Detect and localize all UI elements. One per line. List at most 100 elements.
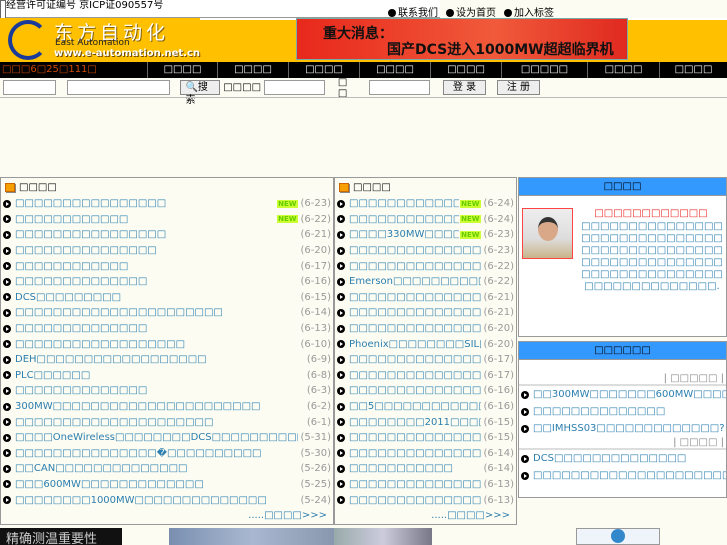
qa-item[interactable]: □□300MW□□□□□□□600MW□□□□□□#1□□□□□□□□□□□□□… — [519, 386, 726, 403]
nav-item[interactable]: □□□□ — [587, 62, 659, 78]
news-title[interactable]: □□□□OneWireless□□□□□□□□DCS□□□□□□□□□□□□□□… — [15, 432, 298, 443]
news-title[interactable]: □□□□□□□□□□□□□□□□□□□□□□□□□□□ — [349, 448, 481, 459]
news-title[interactable]: □□□□□□□□□□□□□□□□□□□□□□□□ — [349, 323, 481, 334]
news-title[interactable]: □□□□□□□□□□□□□□ — [15, 385, 304, 396]
news-title[interactable]: □□□□□□□□□□□□□□□ — [349, 479, 481, 490]
news-title[interactable]: □□□□□□□□□□□□□□□□□□□□□ — [349, 495, 481, 506]
news-item[interactable]: DCS□□□□□□□□□ (6-15) — [1, 290, 333, 306]
qa-text[interactable]: □□IMHSS03□□□□□□□□□□□□□? — [533, 423, 725, 434]
news-item[interactable]: □□□□□□□□1000MW□□□□□□□□□□□□□□ (5-24) — [1, 492, 333, 508]
news-item[interactable]: □□□□□□□□□□□□□□□ (6-13) — [335, 477, 516, 493]
more-link[interactable]: .....□□□□>>> — [335, 510, 516, 521]
news-title[interactable]: □□□□□□□□□□□□□□□□ — [15, 229, 298, 240]
nav-item[interactable]: □□□□ — [659, 62, 727, 78]
news-title[interactable]: Phoenix□□□□□□□□SIL□□□□□□□ — [349, 339, 481, 350]
news-item[interactable]: □□□□□□□□2011□□□□□□□□□(6-15) — [335, 414, 516, 430]
set-homepage-link[interactable]: 设为首页 — [446, 4, 496, 19]
news-item[interactable]: □□CAN□□□□□□□□□□□□□□ (5-26) — [1, 461, 333, 477]
news-title[interactable]: □□5□□□□□□□□□□□□□□□□60□□ — [349, 401, 481, 412]
news-item[interactable]: □□□□□□□□□□□□□□□□□□□□□□□□□□□□(6-21) — [335, 305, 516, 321]
category-select[interactable] — [3, 80, 57, 95]
news-item[interactable]: □□□□□□□□□□□□□□ (6-17) — [335, 352, 516, 368]
bottom-image[interactable] — [169, 528, 335, 545]
news-item[interactable]: □□□□□□□□□□□□□□□□□□□□□□□□□□□(6-14) — [335, 446, 516, 462]
news-item[interactable]: □□□□□□□□□□□ (6-14) — [335, 461, 516, 477]
search-input[interactable] — [67, 80, 171, 95]
news-title[interactable]: □□□□□□□□□□□□□□□□□□□ — [349, 245, 481, 256]
news-title[interactable]: □□□□□□□□□□□□□□□□□□ — [15, 339, 298, 350]
news-title[interactable]: □□□□□□□□□□□□□□□□ — [15, 198, 276, 209]
search-button[interactable]: 🔍搜索 — [180, 80, 221, 106]
bookmark-link[interactable]: 加入标签 — [504, 4, 554, 19]
news-item[interactable]: □□□□330MW□□□□□□□□□□□NEW(6-23) — [335, 227, 516, 243]
news-title[interactable]: □□□□□□□□□□□□□□□□□□□ — [349, 292, 481, 303]
news-item[interactable]: 300MW□□□□□□□□□□□□□□□□□□□□□□ (6-2) — [1, 399, 333, 415]
news-item[interactable]: □□□□□□□□□□□□□□□□(6-17) — [335, 368, 516, 384]
news-banner[interactable]: 重大消息： 国产DCS进入1000MW超超临界机组 — [296, 18, 628, 78]
qa-item[interactable]: DCS□□□□□□□□□□□□□□ — [519, 450, 726, 467]
news-title[interactable]: PLC□□□□□□ — [15, 370, 304, 381]
username-input[interactable] — [264, 80, 325, 95]
news-item[interactable]: □□□□□□□□□□□□□□□□□□□□□□ (6-14) — [1, 305, 333, 321]
news-title[interactable]: □□CAN□□□□□□□□□□□□□□ — [15, 463, 298, 474]
news-item[interactable]: □□□□□□□□□□□□□□□�□□□□□□□□□□ (5-30) — [1, 446, 333, 462]
news-title[interactable]: □□□□330MW□□□□□□□□□□□ — [349, 229, 459, 240]
news-title[interactable]: □□□□□□□□□□□□□□□□□□□□□□ — [15, 307, 298, 318]
qa-item[interactable]: □□□□□□□□□□□□□□□□□□□□□□□□□□□DCS□□□□□□□□□ — [519, 467, 726, 484]
news-item[interactable]: □□□□□□□□□□□□□□□□ (6-21) — [1, 227, 333, 243]
news-title[interactable]: □□□□□□□□□□□□ — [15, 261, 298, 272]
news-item[interactable]: □□□□□□□□□□□□□□□□□□□□□ (6-1) — [1, 414, 333, 430]
qa-text[interactable]: DCS□□□□□□□□□□□□□□ — [533, 453, 686, 464]
contact-link[interactable]: 联系我们 — [388, 4, 438, 19]
qa-more-1[interactable]: | □□□□□ | — [519, 373, 726, 386]
news-item[interactable]: □□□□□□□□□□□□□□ (6-13) — [1, 321, 333, 337]
news-title[interactable]: □□□□□□□□□□□□□□ — [15, 276, 298, 287]
news-item[interactable]: □□□□□□□□□□□□□□□□"□□"NEW(6-24) — [335, 196, 516, 212]
news-title[interactable]: □□□□□□□□□□□□□□□□□□"□□□□ — [349, 432, 481, 443]
news-item[interactable]: □□□□□□□□□□□□□□□□□□ (6-10) — [1, 336, 333, 352]
news-item[interactable]: □□□□□□□□□□□□□□□□□□□□□(6-13) — [335, 492, 516, 508]
news-title[interactable]: DCS□□□□□□□□□ — [15, 292, 298, 303]
news-title[interactable]: Emerson□□□□□□□□□□□□□ — [349, 276, 481, 287]
nav-item[interactable]: □□□□ — [359, 62, 430, 78]
news-title[interactable]: □□□□□□□□□□□□□□□□□□□□□□ — [349, 261, 481, 272]
news-item[interactable]: □□□□□□□□□□□□□□ (6-16) — [1, 274, 333, 290]
register-button[interactable]: 注 册 — [496, 80, 540, 95]
news-item[interactable]: □□5□□□□□□□□□□□□□□□□60□□(6-16) — [335, 399, 516, 415]
news-title[interactable]: □□□□□□□□□□□□□□□□□□□□□ — [15, 417, 304, 428]
news-item[interactable]: □□□□□□□□□□□□□□□□□□□(6-23) — [335, 243, 516, 259]
news-title[interactable]: □□□□□□□□□□□□□□□�□□□□□□□□□□ — [15, 448, 298, 459]
news-title[interactable]: □□□□□□□□□□□□□□□□□□□□□□□□□□ — [349, 385, 481, 396]
news-item[interactable]: □□□□□□□□□□□□□□□□□□□(6-21) — [335, 290, 516, 306]
news-item[interactable]: □□□□□□□□□□□□□□□□□□□□NEW(6-24) — [335, 212, 516, 228]
news-title[interactable]: □□□□□□□□2011□□□□□□□□□ — [349, 417, 481, 428]
news-title[interactable]: □□□□□□□□□□□□□□□□"□□" — [349, 198, 459, 209]
news-item[interactable]: □□□□□□□□□□□□□□□□□□□□□□□□(6-20) — [335, 321, 516, 337]
news-item[interactable]: □□□□□□□□□□□□□□ (6-3) — [1, 383, 333, 399]
password-input[interactable] — [369, 80, 430, 95]
nav-item[interactable]: □□□□ — [147, 62, 217, 78]
qa-item[interactable]: □□□□□□□□□□□□□□ — [519, 403, 726, 420]
news-item[interactable]: PLC□□□□□□ (6-8) — [1, 368, 333, 384]
news-item[interactable]: □□□□□□□□□□□□□□□ (6-20) — [1, 243, 333, 259]
news-title[interactable]: □□□□□□□□□□□□□□□ — [15, 245, 298, 256]
news-title[interactable]: □□□600MW□□□□□□□□□□□□□ — [15, 479, 298, 490]
news-item[interactable]: □□□600MW□□□□□□□□□□□□□ (5-25) — [1, 477, 333, 493]
news-item[interactable]: □□□□□□□□□□□□□□□□□□□□□□(6-22) — [335, 258, 516, 274]
qa-text[interactable]: □□□□□□□□□□□□□□ — [533, 406, 665, 417]
news-title[interactable]: 300MW□□□□□□□□□□□□□□□□□□□□□□ — [15, 401, 304, 412]
news-title[interactable]: □□□□□□□□□□□ — [349, 463, 481, 474]
news-item[interactable]: Phoenix□□□□□□□□SIL□□□□□□□(6-20) — [335, 336, 516, 352]
news-title[interactable]: □□□□□□□□□□□□ — [15, 214, 276, 225]
nav-item[interactable]: □□□□ — [430, 62, 501, 78]
qa-text[interactable]: □□300MW□□□□□□□600MW□□□□□□#1□□□□□□□□□□□□□… — [533, 389, 726, 400]
news-item[interactable]: □□□□OneWireless□□□□□□□□DCS□□□□□□□□□□□□□□… — [1, 430, 333, 446]
news-title[interactable]: DEH□□□□□□□□□□□□□□□□□□ — [15, 354, 304, 365]
qa-item[interactable]: □□IMHSS03□□□□□□□□□□□□□? — [519, 420, 726, 437]
news-item[interactable]: □□□□□□□□□□□□ (6-17) — [1, 258, 333, 274]
expert-name[interactable]: □□□□□□□□□□□□ — [577, 208, 725, 219]
login-button[interactable]: 登 录 — [442, 80, 486, 95]
news-item[interactable]: □□□□□□□□□□□□□□□□□□"□□□□(6-15) — [335, 430, 516, 446]
news-item[interactable]: □□□□□□□□□□□□□□□□□□□□□□□□□□(6-16) — [335, 383, 516, 399]
nav-item[interactable]: □□□□ — [217, 62, 288, 78]
